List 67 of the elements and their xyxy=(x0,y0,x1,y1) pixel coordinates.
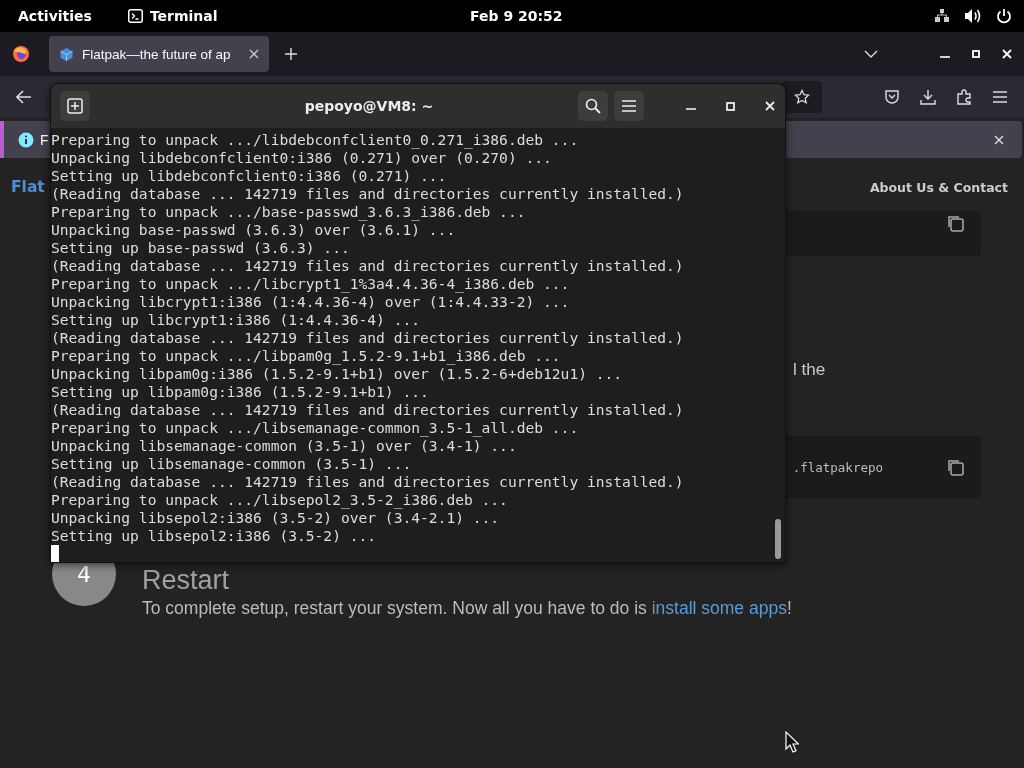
maximize-icon[interactable] xyxy=(726,101,735,111)
terminal-line: Preparing to unpack .../libcrypt1_1%3a4.4.36-4_i386.deb ... xyxy=(51,275,571,293)
site-logo[interactable]: Flat xyxy=(11,178,45,196)
menu-icon[interactable] xyxy=(992,90,1008,104)
pocket-icon[interactable] xyxy=(884,89,900,105)
terminal-line: (Reading database ... 142719 files and directories currently installed.) xyxy=(51,257,685,275)
app-menu[interactable]: Terminal xyxy=(127,8,218,24)
paragraph-text: l the xyxy=(793,360,827,380)
cube-icon xyxy=(59,46,74,62)
network-icon[interactable] xyxy=(934,8,950,24)
browser-logo-icon[interactable] xyxy=(12,45,30,63)
terminal-line: Unpacking base-passwd (3.6.3) over (3.6.1) ... xyxy=(51,221,457,239)
terminal-line: Setting up libpam0g:i386 (1.5.2-9.1+b1) ... xyxy=(51,383,430,401)
mouse-pointer-icon xyxy=(785,731,799,753)
step-title: Restart xyxy=(142,566,231,594)
notification-text: F xyxy=(40,131,49,148)
tab-title: Flatpak—the future of ap xyxy=(82,46,232,62)
power-icon[interactable] xyxy=(996,8,1012,24)
menu-button[interactable] xyxy=(614,91,644,121)
address-field[interactable] xyxy=(782,81,822,113)
terminal-line: Unpacking libsemanage-common (3.5-1) over (3.4-1) ... xyxy=(51,437,518,455)
puzzle-icon[interactable] xyxy=(956,89,972,105)
terminal-line: Setting up base-passwd (3.6.3) ... xyxy=(51,239,351,257)
info-icon xyxy=(18,131,34,148)
new-tab-icon[interactable] xyxy=(284,47,298,61)
terminal-line: Preparing to unpack .../libsemanage-common_3.5-1_all.deb ... xyxy=(51,419,580,437)
clock[interactable]: Feb 9 20:52 xyxy=(470,8,563,24)
copy-icon[interactable] xyxy=(946,214,964,232)
terminal-line: Preparing to unpack .../libsepol2_3.5-2_i386.deb ... xyxy=(51,491,509,509)
copy-icon[interactable] xyxy=(946,458,964,476)
terminal-icon xyxy=(127,9,143,23)
terminal-line: (Reading database ... 142719 files and directories currently installed.) xyxy=(51,329,685,347)
text-cursor xyxy=(51,545,59,562)
window-title: pepoyo@VM8: ~ xyxy=(303,98,435,114)
terminal-line: Setting up libsemanage-common (3.5-1) ... xyxy=(51,455,413,473)
terminal-line: Unpacking libpam0g:i386 (1.5.2-9.1+b1) over (1.5.2-6+deb12u1) ... xyxy=(51,365,624,383)
terminal-line: Unpacking libsepol2:i386 (3.5-2) over (3.4-2.1) ... xyxy=(51,509,501,527)
search-icon xyxy=(585,98,601,114)
browser-tab[interactable]: Flatpak—the future of ap xyxy=(49,36,269,72)
terminal-line: Preparing to unpack .../base-passwd_3.6.3_i386.deb ... xyxy=(51,203,527,221)
terminal-line: Unpacking libcrypt1:i386 (1:4.4.36-4) over (1:4.4.33-2) ... xyxy=(51,293,571,311)
terminal-line: (Reading database ... 142719 files and directories currently installed.) xyxy=(51,473,685,491)
star-icon[interactable] xyxy=(794,89,810,105)
scrollbar-thumb[interactable] xyxy=(775,519,781,559)
close-icon[interactable] xyxy=(994,134,1004,145)
install-apps-link[interactable]: install some apps xyxy=(651,598,787,618)
search-button[interactable] xyxy=(578,91,608,121)
command-text: .flatpakrepo xyxy=(792,459,883,475)
terminal-line: Preparing to unpack .../libpam0g_1.5.2-9.1+b1_i386.deb ... xyxy=(51,347,562,365)
step-text: To complete setup, restart your system. Now all you have to do is install some apps! xyxy=(142,598,792,619)
terminal-line: (Reading database ... 142719 files and directories currently installed.) xyxy=(51,185,685,203)
terminal-line: (Reading database ... 142719 files and directories currently installed.) xyxy=(51,401,685,419)
chevron-down-icon[interactable] xyxy=(864,49,878,59)
terminal-line: Unpacking libdebconfclient0:i386 (0.271) over (0.270) ... xyxy=(51,149,553,167)
terminal-line: Setting up libcrypt1:i386 (1:4.4.36-4) ... xyxy=(51,311,422,329)
back-arrow-icon[interactable] xyxy=(16,90,32,104)
new-tab-button[interactable] xyxy=(60,91,90,121)
download-icon[interactable] xyxy=(920,89,936,105)
terminal-line: Preparing to unpack .../libdebconfclient0_0.271_i386.deb ... xyxy=(51,131,580,149)
terminal-line: Setting up libdebconfclient0:i386 (0.271) ... xyxy=(51,167,448,185)
menu-icon xyxy=(621,99,637,113)
close-icon[interactable] xyxy=(249,49,259,59)
volume-icon[interactable] xyxy=(964,8,982,24)
nav-link[interactable]: About Us & Contact xyxy=(869,179,1008,195)
activities-button[interactable]: Activities xyxy=(18,8,92,24)
terminal-line: Setting up libsepol2:i386 (3.5-2) ... xyxy=(51,527,378,545)
plus-square-icon xyxy=(67,98,83,114)
